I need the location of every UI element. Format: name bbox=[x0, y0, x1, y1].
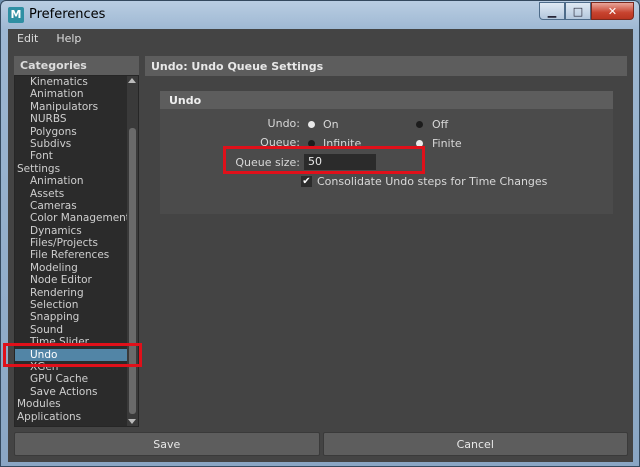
category-item-assets[interactable]: Assets bbox=[15, 188, 138, 200]
category-item-color-management[interactable]: Color Management bbox=[15, 212, 138, 224]
category-item-gpu-cache[interactable]: GPU Cache bbox=[15, 373, 138, 385]
settings-panel: Undo: Undo Queue Settings Undo Undo: On … bbox=[145, 56, 627, 427]
consolidate-label[interactable]: Consolidate Undo steps for Time Changes bbox=[317, 175, 547, 188]
category-item-nurbs[interactable]: NURBS bbox=[15, 113, 138, 125]
dialog-buttons: Save Cancel bbox=[14, 432, 628, 456]
category-item-manipulators[interactable]: Manipulators bbox=[15, 101, 138, 113]
category-item-save-actions[interactable]: Save Actions bbox=[15, 386, 138, 398]
consolidate-checkbox[interactable]: ✔ bbox=[301, 176, 312, 187]
category-item-settings[interactable]: Settings bbox=[15, 163, 138, 175]
undo-off-label[interactable]: Off bbox=[432, 118, 448, 131]
category-item-polygons[interactable]: Polygons bbox=[15, 126, 138, 138]
settings-header: Undo: Undo Queue Settings bbox=[145, 56, 627, 76]
category-item-node-editor[interactable]: Node Editor bbox=[15, 274, 138, 286]
category-item-modeling[interactable]: Modeling bbox=[15, 262, 138, 274]
category-item-cameras[interactable]: Cameras bbox=[15, 200, 138, 212]
categories-list: Kinematics Animation Manipulators NURBS Poly… bbox=[14, 75, 139, 427]
scroll-thumb[interactable] bbox=[129, 128, 136, 414]
categories-items: Kinematics Animation Manipulators NURBS Poly… bbox=[15, 76, 138, 423]
undo-category-highlight-box bbox=[3, 343, 142, 367]
queue-finite-label[interactable]: Finite bbox=[432, 137, 462, 150]
title-bar[interactable]: M Preferences ▁ □ ✕ bbox=[1, 1, 639, 29]
cancel-button[interactable]: Cancel bbox=[322, 432, 628, 456]
preferences-window: M Preferences ▁ □ ✕ Edit Help Categories… bbox=[0, 0, 640, 467]
minimize-button[interactable]: ▁ bbox=[539, 2, 565, 20]
category-item-animation[interactable]: Animation bbox=[15, 88, 138, 100]
window-title: Preferences bbox=[29, 7, 106, 22]
category-item-modules[interactable]: Modules bbox=[15, 398, 138, 410]
undo-frame-header[interactable]: Undo bbox=[160, 91, 613, 109]
menu-bar: Edit Help bbox=[8, 29, 633, 49]
maya-app-icon: M bbox=[8, 7, 24, 23]
category-item-dynamics[interactable]: Dynamics bbox=[15, 225, 138, 237]
categories-scrollbar[interactable] bbox=[127, 76, 138, 426]
undo-label: Undo: bbox=[267, 117, 300, 130]
category-item-files-projects[interactable]: Files/Projects bbox=[15, 237, 138, 249]
close-button[interactable]: ✕ bbox=[591, 2, 634, 20]
category-item-selection[interactable]: Selection bbox=[15, 299, 138, 311]
save-button[interactable]: Save bbox=[14, 432, 320, 456]
undo-on-label[interactable]: On bbox=[323, 118, 339, 131]
category-item-file-references[interactable]: File References bbox=[15, 249, 138, 261]
category-item-rendering[interactable]: Rendering bbox=[15, 287, 138, 299]
window-client: Edit Help Categories Kinematics Animation… bbox=[8, 29, 633, 462]
category-item-kinematics[interactable]: Kinematics bbox=[15, 76, 138, 88]
maximize-button[interactable]: □ bbox=[565, 2, 591, 20]
queue-size-highlight-box bbox=[223, 146, 425, 174]
scroll-down-arrow-icon[interactable] bbox=[128, 419, 136, 424]
category-item-font[interactable]: Font bbox=[15, 150, 138, 162]
menu-edit[interactable]: Edit bbox=[8, 29, 47, 49]
menu-help[interactable]: Help bbox=[47, 29, 90, 49]
scroll-up-arrow-icon[interactable] bbox=[128, 78, 136, 83]
categories-panel: Categories Kinematics Animation Manipulato… bbox=[14, 56, 139, 427]
category-item-animation[interactable]: Animation bbox=[15, 175, 138, 187]
categories-header: Categories bbox=[14, 56, 139, 75]
category-item-applications[interactable]: Applications bbox=[15, 411, 138, 423]
undo-on-radio[interactable] bbox=[308, 121, 315, 128]
category-item-sound[interactable]: Sound bbox=[15, 324, 138, 336]
window-controls: ▁ □ ✕ bbox=[539, 2, 634, 20]
category-item-snapping[interactable]: Snapping bbox=[15, 311, 138, 323]
category-item-subdivs[interactable]: Subdivs bbox=[15, 138, 138, 150]
undo-off-radio[interactable] bbox=[416, 121, 423, 128]
